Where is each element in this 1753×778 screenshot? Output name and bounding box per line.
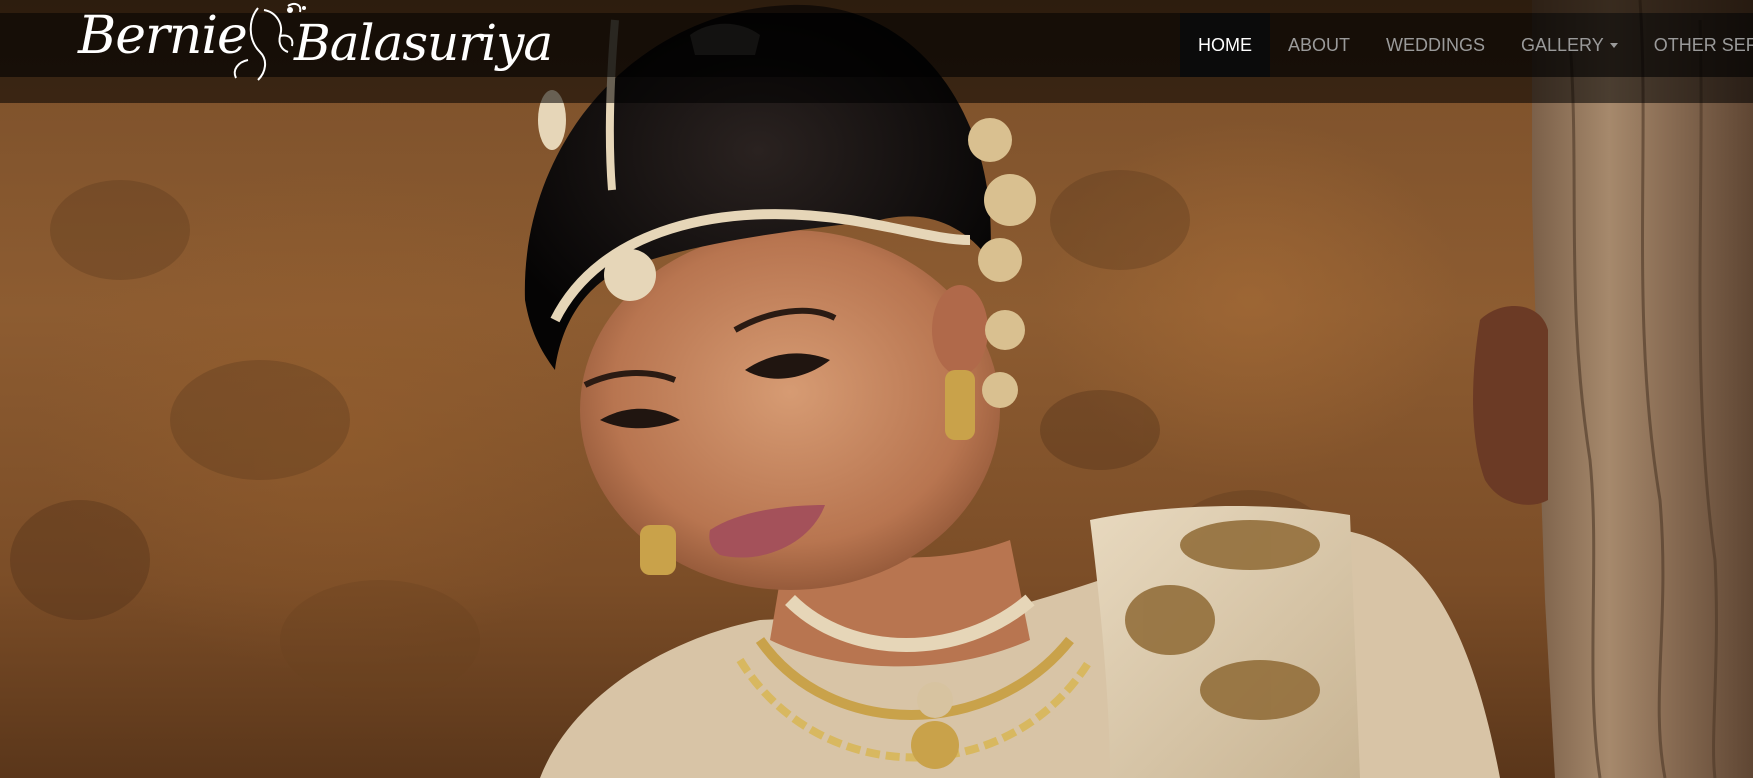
brand-logo[interactable]: Bernie Balasuriya [72, 0, 553, 92]
brand-last-name: Balasuriya [294, 14, 553, 72]
caret-down-icon [1609, 42, 1618, 48]
nav-item-home[interactable]: HOME [1180, 13, 1270, 77]
nav-item-gallery[interactable]: GALLERY [1503, 13, 1636, 77]
nav-item-weddings-label: WEDDINGS [1386, 34, 1486, 55]
nav-item-other-services[interactable]: OTHER SERVICES [1636, 13, 1753, 77]
hero-photo [0, 0, 1753, 778]
nav-item-home-label: HOME [1198, 34, 1252, 55]
nav-item-weddings[interactable]: WEDDINGS [1368, 13, 1503, 77]
hero-photo-illustration [10, 0, 1753, 778]
nav-item-gallery-label: GALLERY [1521, 34, 1604, 55]
nav-item-other-services-label: OTHER SERVICES [1653, 34, 1753, 55]
nav-menu: HOME ABOUT WEDDINGS GALLERY OTHER SERVIC… [1180, 13, 1753, 77]
nav-item-about[interactable]: ABOUT [1270, 13, 1368, 77]
page: Bernie Balasuriya HOME ABOUT WEDDINGS GA… [0, 0, 1753, 778]
nav-item-about-label: ABOUT [1288, 34, 1351, 55]
